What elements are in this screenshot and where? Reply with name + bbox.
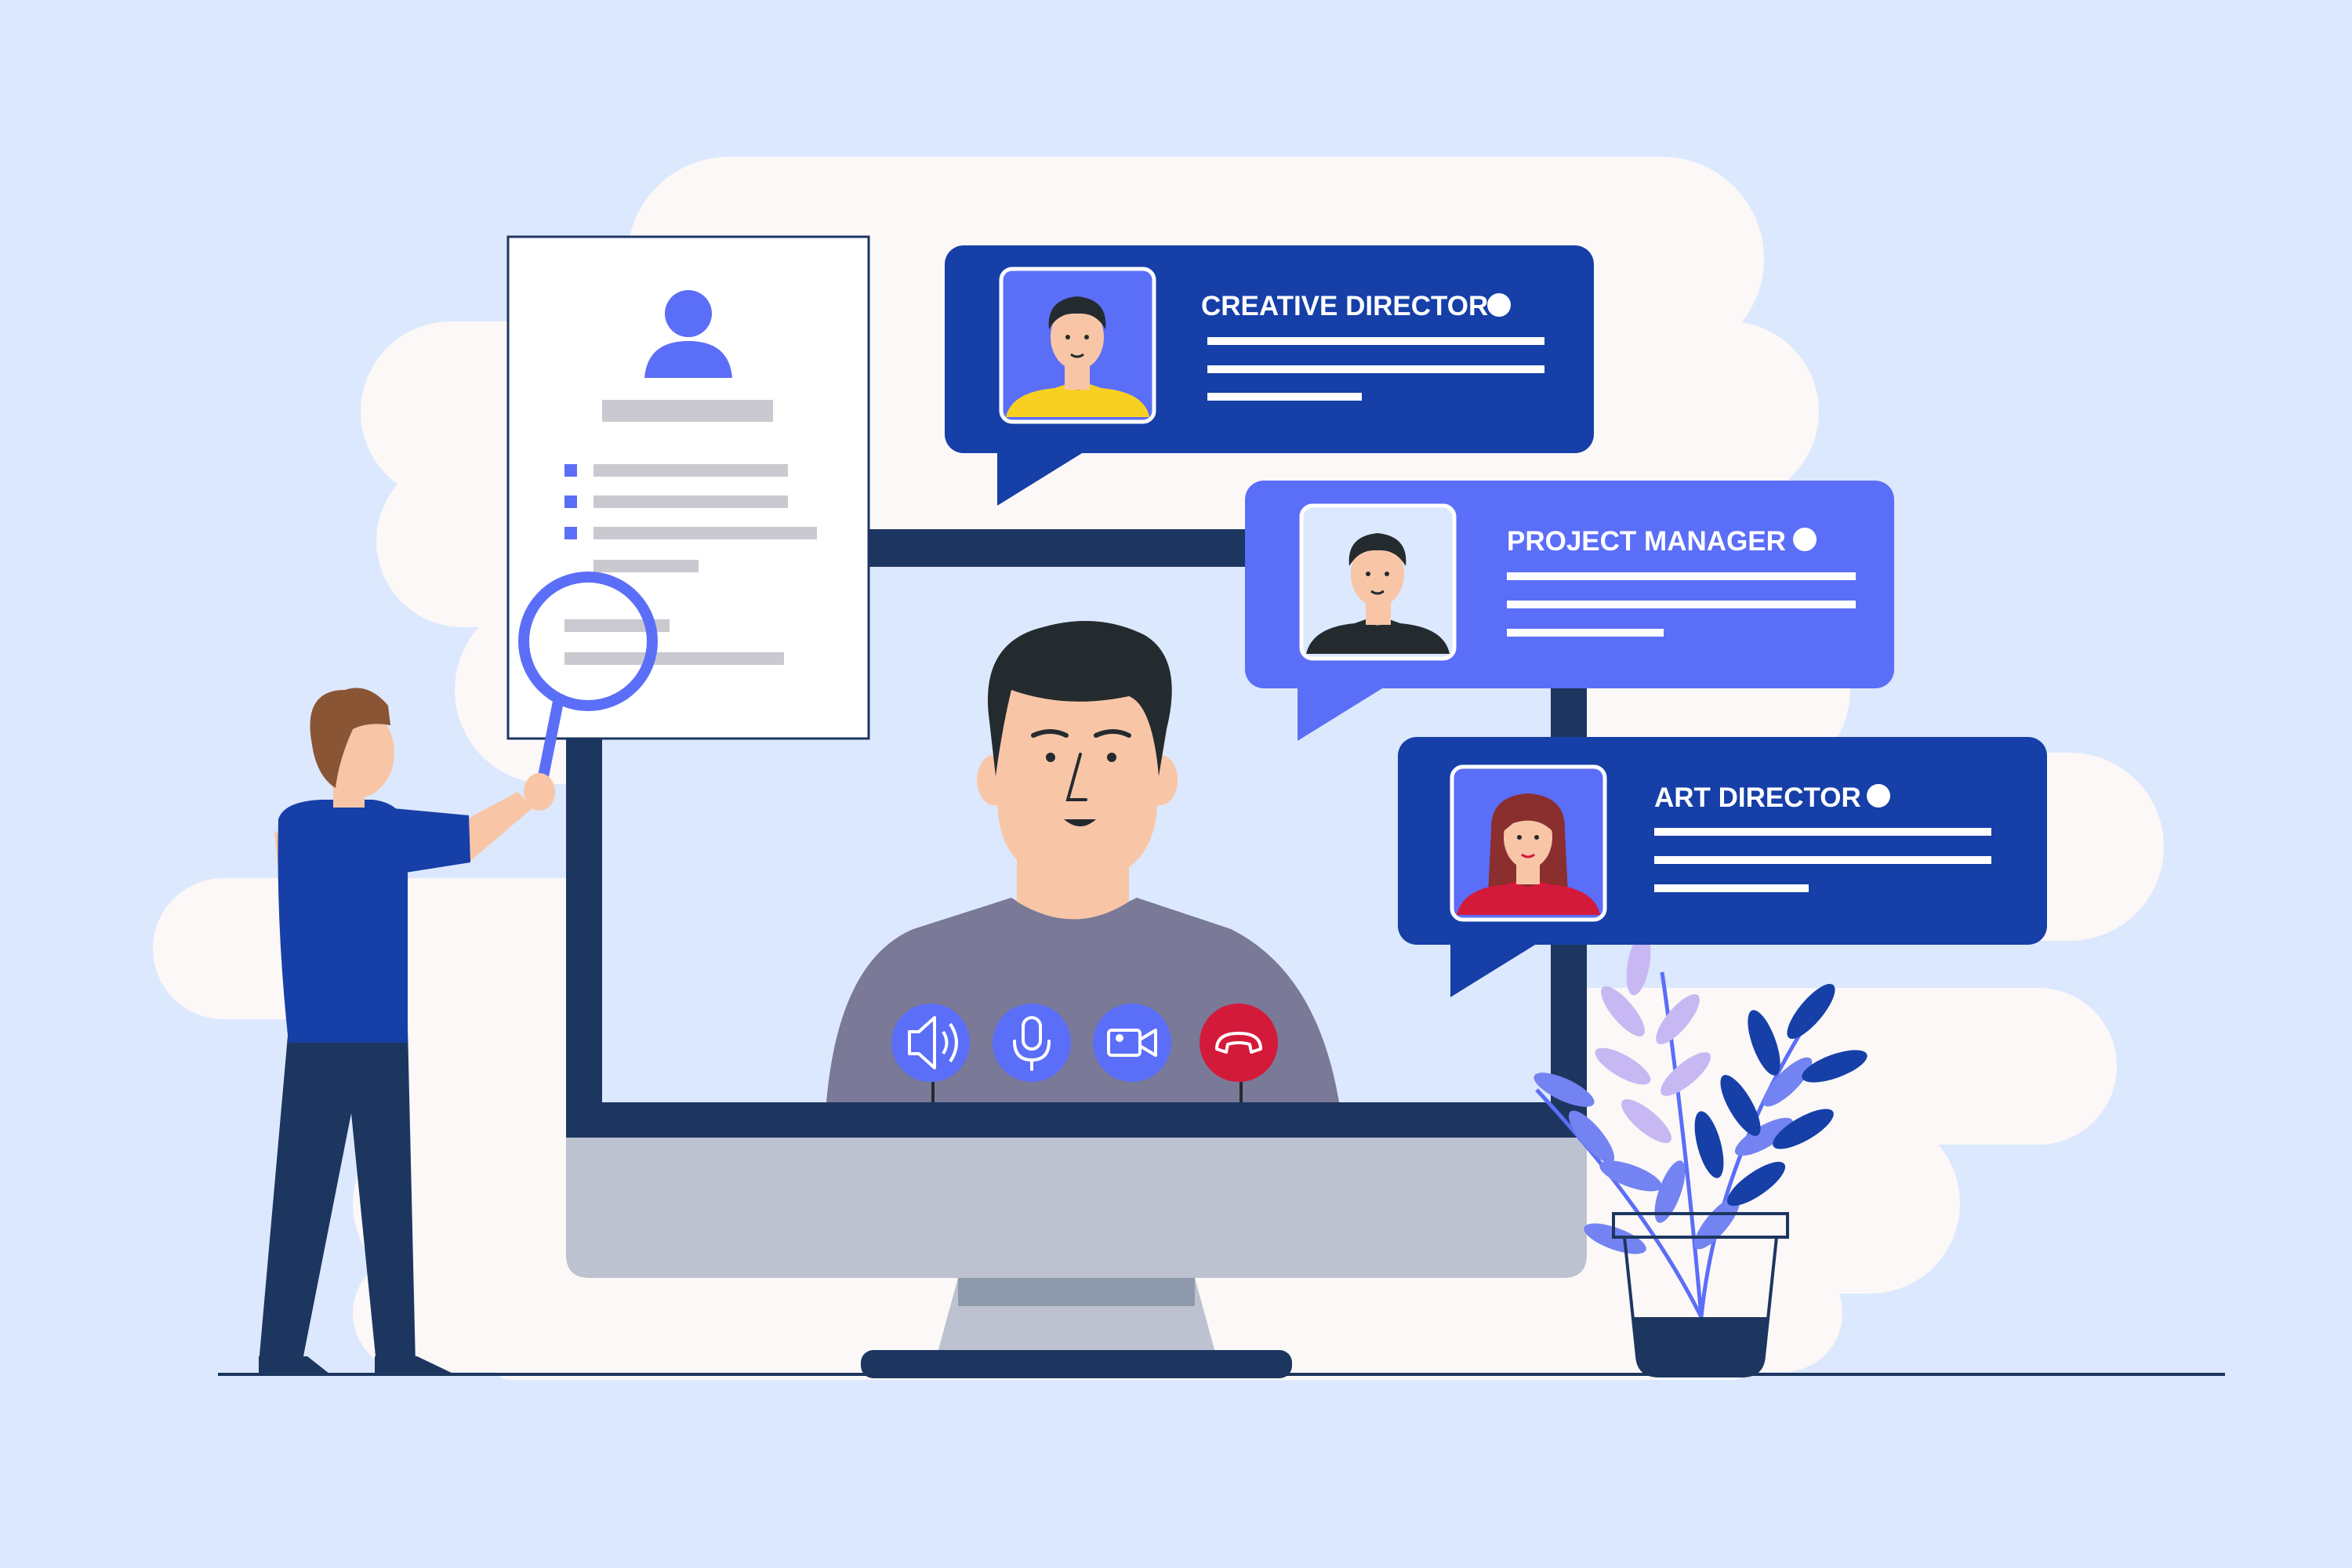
monitor-chin [566, 1138, 1587, 1278]
recruiter-hand [524, 773, 555, 811]
video-interview-illustration: CREATIVE DIRECTOR PROJECT MANAGER ART DI… [153, 157, 2225, 1380]
interviewee-right-eye [1107, 753, 1116, 762]
candidate-title: CREATIVE DIRECTOR [1201, 291, 1488, 321]
online-dot-icon [1867, 784, 1890, 808]
monitor-base [861, 1350, 1292, 1378]
end-call-button[interactable] [1200, 1004, 1278, 1082]
recruiter-sleeve [384, 808, 470, 874]
candidate-card-art-director[interactable]: ART DIRECTOR [1398, 737, 2047, 997]
woman-red-shirt-avatar [1450, 764, 1607, 922]
recruiter-legs [259, 1027, 416, 1364]
candidate-title: PROJECT MANAGER [1507, 526, 1786, 557]
recruiter-left-shoe [259, 1356, 329, 1374]
man-black-shirt-avatar [1299, 503, 1457, 661]
interviewee-face [997, 674, 1157, 884]
microphone-button[interactable] [993, 1004, 1071, 1082]
interviewee-left-eye [1046, 753, 1055, 762]
online-dot-icon [1487, 293, 1511, 317]
monitor-stand-neck-shadow [958, 1278, 1195, 1306]
online-dot-icon [1793, 528, 1817, 551]
video-camera-button[interactable] [1093, 1004, 1171, 1082]
man-yellow-shirt-avatar [999, 267, 1156, 424]
candidate-title: ART DIRECTOR [1654, 782, 1861, 813]
speaker-button[interactable] [891, 1004, 970, 1082]
resume-document [506, 235, 870, 740]
recruiter-shirt [278, 800, 408, 1043]
